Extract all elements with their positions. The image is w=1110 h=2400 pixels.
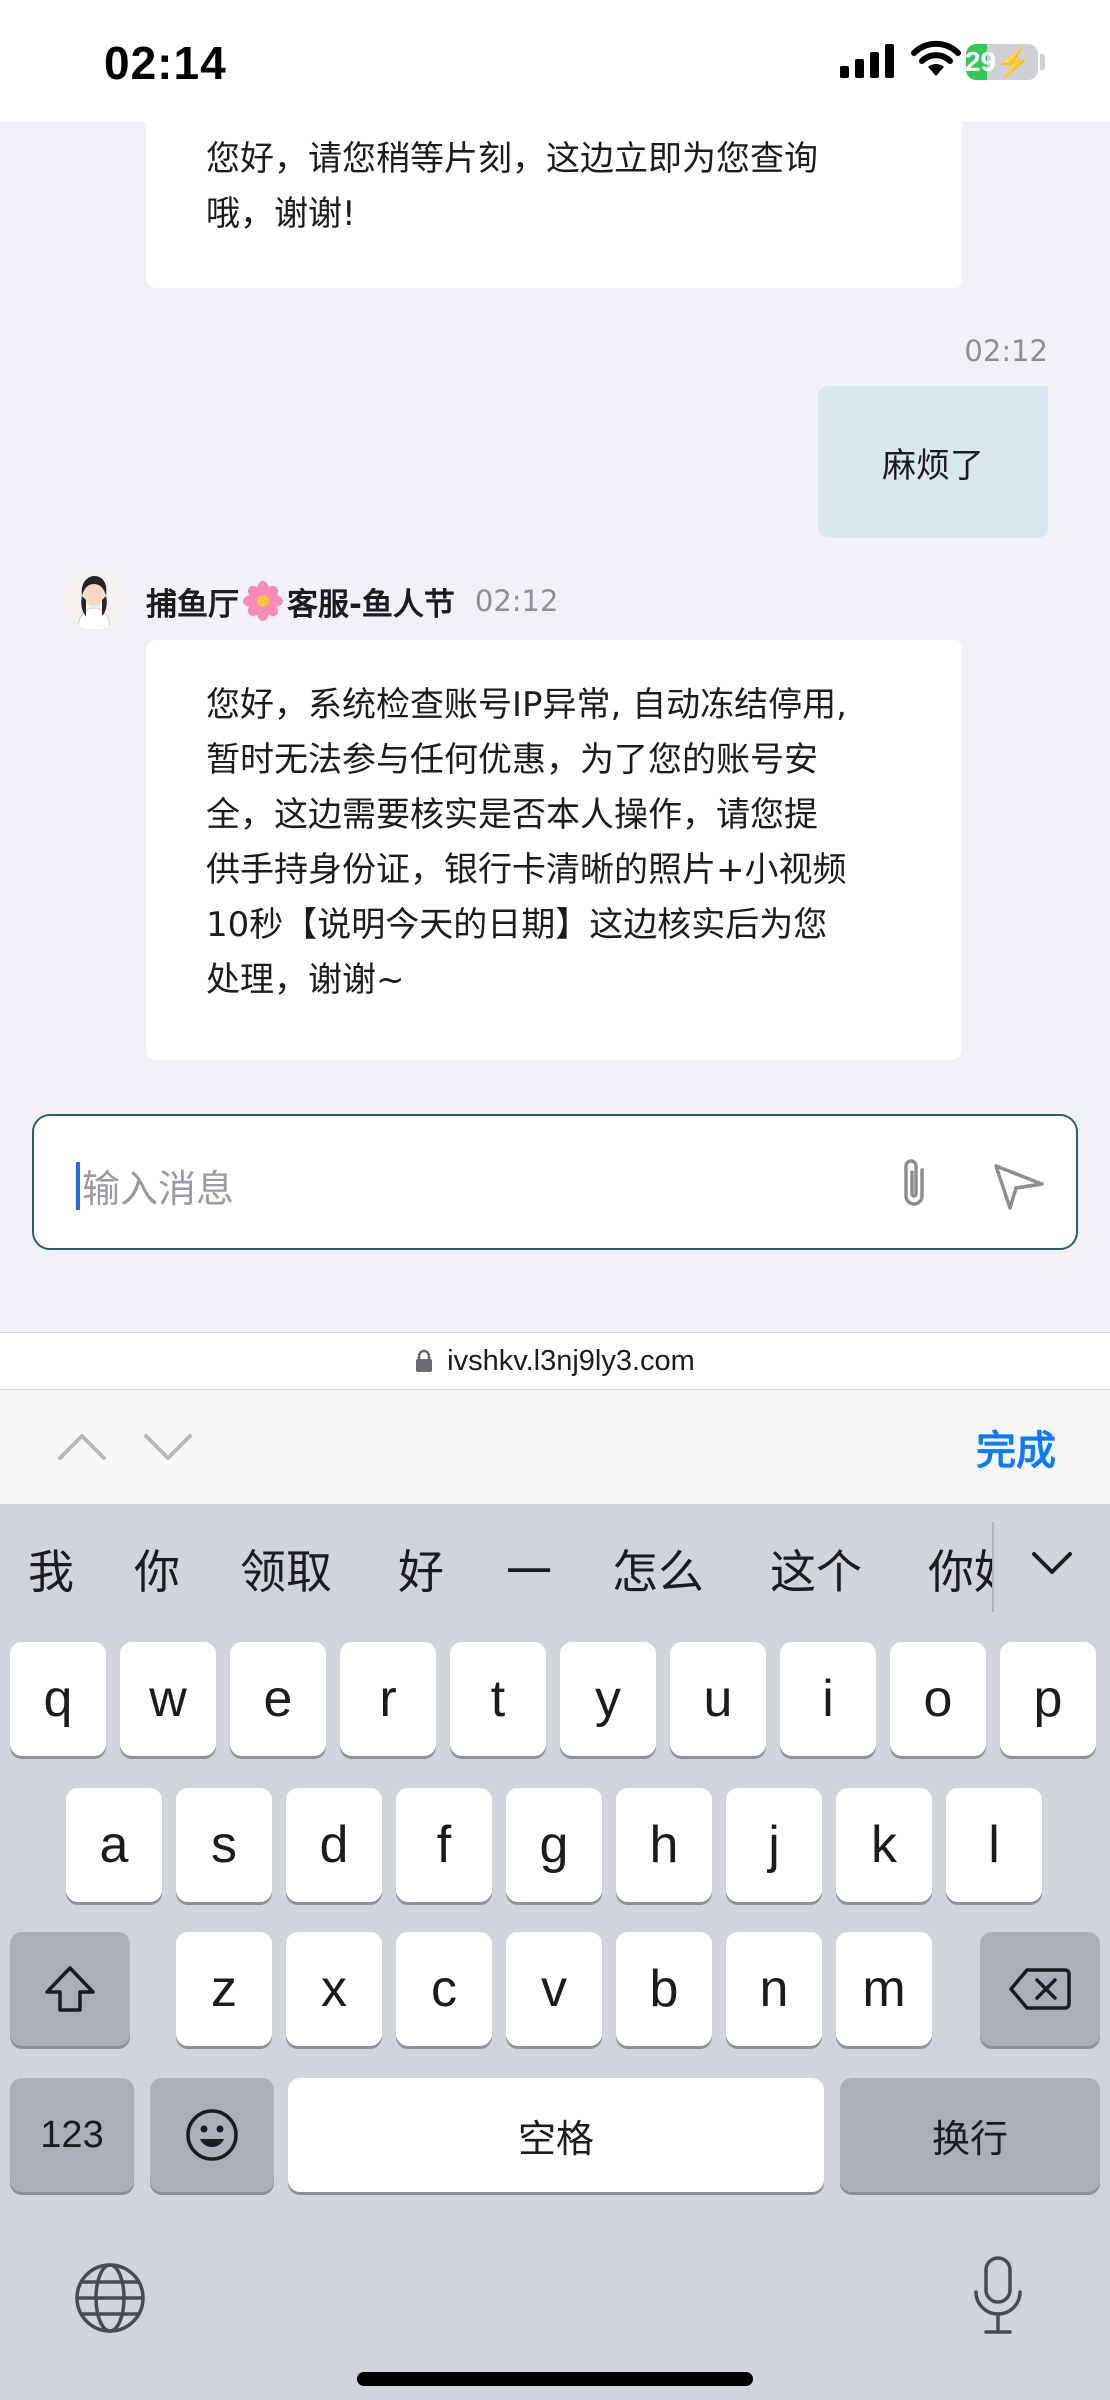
- key-d[interactable]: d: [286, 1788, 382, 1902]
- globe-icon[interactable]: [72, 2260, 148, 2336]
- space-key[interactable]: 空格: [288, 2078, 824, 2192]
- done-button[interactable]: 完成: [976, 1418, 1056, 1476]
- shift-icon: [45, 1966, 95, 2012]
- agent-header: 捕鱼厅 客服-鱼人节 02:12: [146, 577, 558, 625]
- return-key[interactable]: 换行: [840, 2078, 1100, 2192]
- lock-icon: [416, 1349, 433, 1372]
- message-line: 供手持身份证，银行卡清晰的照片+小视频: [206, 850, 847, 890]
- agent-avatar[interactable]: [64, 570, 124, 630]
- key-h[interactable]: h: [616, 1788, 712, 1902]
- message-line: 您好，系统检查账号IP异常, 自动冻结停用,: [206, 685, 847, 725]
- key-m[interactable]: m: [836, 1932, 932, 2046]
- outgoing-message: 麻烦了: [818, 386, 1048, 538]
- key-v[interactable]: v: [506, 1932, 602, 2046]
- flower-icon: [243, 581, 283, 621]
- agent-role: 客服-鱼人节: [287, 586, 455, 623]
- cellular-signal-icon: [840, 44, 894, 78]
- key-z[interactable]: z: [176, 1932, 272, 2046]
- candidate-word[interactable]: 领取: [240, 1536, 332, 1602]
- candidate-bar: 我 你 领取 好 一 怎么 这个 你好: [0, 1504, 1110, 1628]
- url-text: ivshkv.l3nj9ly3.com: [447, 1344, 695, 1377]
- key-w[interactable]: w: [120, 1642, 216, 1756]
- key-e[interactable]: e: [230, 1642, 326, 1756]
- key-t[interactable]: t: [450, 1642, 546, 1756]
- key-c[interactable]: c: [396, 1932, 492, 2046]
- key-a[interactable]: a: [66, 1788, 162, 1902]
- shift-key[interactable]: [10, 1932, 130, 2046]
- chevron-down-icon[interactable]: [142, 1430, 194, 1464]
- message-timestamp: 02:12: [964, 334, 1048, 368]
- chat-area[interactable]: 您好，请您稍等片刻，这边立即为您查询 哦，谢谢! 02:12 麻烦了 捕鱼厅 客…: [0, 122, 1110, 1332]
- text-cursor: [76, 1162, 80, 1210]
- message-timestamp: 02:12: [474, 584, 559, 618]
- backspace-icon: [1009, 1968, 1071, 2010]
- key-p[interactable]: p: [1000, 1642, 1096, 1756]
- message-line: 全，这边需要核实是否本人操作，请您提: [206, 795, 818, 835]
- candidate-word[interactable]: 一: [506, 1536, 552, 1602]
- emoji-icon: [186, 2109, 238, 2161]
- message-line: 哦，谢谢!: [206, 194, 356, 234]
- key-g[interactable]: g: [506, 1788, 602, 1902]
- candidate-divider: [992, 1522, 994, 1612]
- key-j[interactable]: j: [726, 1788, 822, 1902]
- paperclip-icon[interactable]: [886, 1154, 946, 1214]
- key-k[interactable]: k: [836, 1788, 932, 1902]
- message-input[interactable]: 输入消息: [32, 1114, 1078, 1250]
- microphone-icon[interactable]: [970, 2254, 1026, 2338]
- battery-icon: 29 ⚡: [966, 44, 1038, 80]
- key-i[interactable]: i: [780, 1642, 876, 1756]
- candidate-word[interactable]: 怎么: [612, 1536, 704, 1602]
- wifi-icon: [911, 40, 961, 76]
- message-line: 处理，谢谢~: [206, 960, 405, 1000]
- input-placeholder: 输入消息: [82, 1167, 235, 1211]
- message-text: 麻烦了: [882, 445, 984, 486]
- keyboard-accessory-bar: 完成: [0, 1390, 1110, 1504]
- candidate-word[interactable]: 你好: [928, 1536, 994, 1602]
- message-line: 您好，请您稍等片刻，这边立即为您查询: [206, 139, 818, 179]
- key-y[interactable]: y: [560, 1642, 656, 1756]
- agent-name: 捕鱼厅: [146, 586, 239, 623]
- avatar-illustration: [64, 570, 124, 630]
- key-r[interactable]: r: [340, 1642, 436, 1756]
- key-o[interactable]: o: [890, 1642, 986, 1756]
- chevron-up-icon[interactable]: [56, 1430, 108, 1464]
- key-x[interactable]: x: [286, 1932, 382, 2046]
- delete-key[interactable]: [980, 1932, 1100, 2046]
- emoji-key[interactable]: [150, 2078, 274, 2192]
- key-q[interactable]: q: [10, 1642, 106, 1756]
- key-f[interactable]: f: [396, 1788, 492, 1902]
- key-u[interactable]: u: [670, 1642, 766, 1756]
- chevron-down-icon[interactable]: [1030, 1548, 1074, 1580]
- candidate-word[interactable]: 好: [398, 1536, 444, 1602]
- key-b[interactable]: b: [616, 1932, 712, 2046]
- home-indicator[interactable]: [357, 2372, 753, 2386]
- key-l[interactable]: l: [946, 1788, 1042, 1902]
- status-bar: 02:14 29 ⚡: [0, 0, 1110, 122]
- send-icon[interactable]: [990, 1156, 1048, 1214]
- key-n[interactable]: n: [726, 1932, 822, 2046]
- battery-cap: [1040, 54, 1045, 70]
- status-time: 02:14: [104, 37, 227, 89]
- candidate-word[interactable]: 你: [134, 1536, 180, 1602]
- candidate-overflow: 你好: [928, 1504, 994, 1628]
- candidate-word[interactable]: 这个: [770, 1536, 862, 1602]
- candidate-word[interactable]: 我: [28, 1536, 74, 1602]
- browser-url-bar[interactable]: ivshkv.l3nj9ly3.com: [0, 1332, 1110, 1390]
- battery-level: 29 ⚡: [966, 46, 1032, 78]
- incoming-message: 您好，系统检查账号IP异常, 自动冻结停用, 暂时无法参与任何优惠，为了您的账号…: [146, 640, 962, 1060]
- key-s[interactable]: s: [176, 1788, 272, 1902]
- keyboard: 我 你 领取 好 一 怎么 这个 你好 q w e r t y u i o p …: [0, 1504, 1110, 2400]
- incoming-message: 您好，请您稍等片刻，这边立即为您查询 哦，谢谢!: [146, 122, 962, 288]
- message-line: 10秒【说明今天的日期】这边核实后为您: [206, 905, 828, 945]
- message-line: 暂时无法参与任何优惠，为了您的账号安: [206, 740, 818, 780]
- numbers-key[interactable]: 123: [10, 2078, 134, 2192]
